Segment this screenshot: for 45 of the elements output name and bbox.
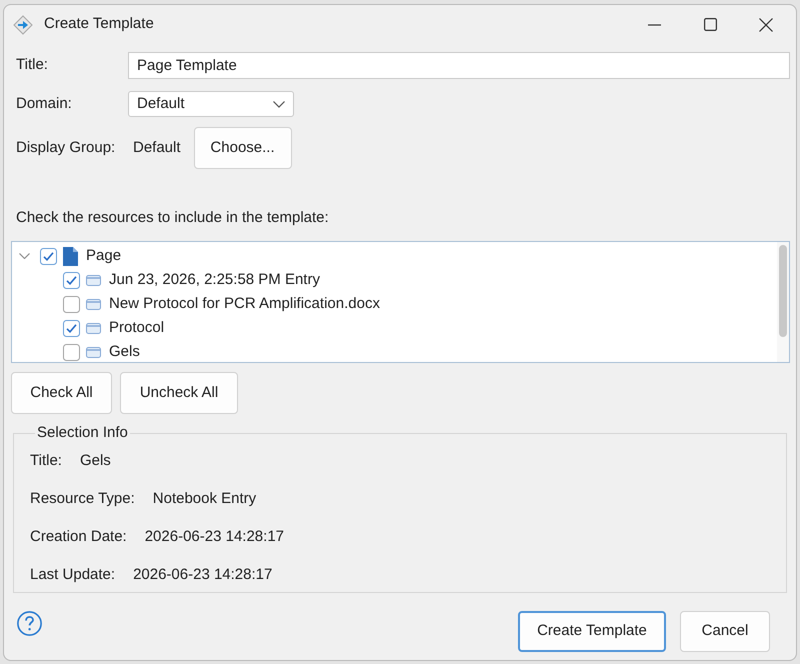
uncheck-all-button[interactable]: Uncheck All [120, 372, 238, 414]
field-label: Display Group: [15, 138, 116, 158]
minimize-icon[interactable] [648, 24, 660, 26]
tree-item-label[interactable]: Gels [109, 342, 140, 362]
info-value: 2026-06-23 14:28:17 [144, 527, 284, 547]
check-all-button[interactable]: Check All [11, 372, 112, 414]
checkbox[interactable] [63, 272, 80, 288]
info-label: Title: [30, 451, 62, 471]
display-group-value: Default [133, 138, 181, 158]
field-label: Domain: [15, 94, 73, 114]
create-template-button[interactable]: Create Template [518, 611, 666, 652]
info-label: Last Update: [30, 565, 116, 585]
document-icon [63, 246, 78, 266]
info-label: Resource Type: [30, 489, 135, 509]
entry-icon [86, 298, 101, 310]
tree-item-label[interactable]: Jun 23, 2026, 2:25:58 PM Entry [109, 270, 320, 290]
checkbox[interactable] [40, 248, 57, 264]
info-label: Creation Date: [30, 527, 127, 547]
cancel-button[interactable]: Cancel [680, 611, 770, 652]
info-value: 2026-06-23 14:28:17 [133, 565, 272, 585]
chevron-down-icon [273, 100, 285, 108]
entry-icon [86, 322, 101, 334]
entry-icon [86, 346, 101, 358]
title-field[interactable]: Page Template [128, 52, 790, 79]
expand-chevron-icon[interactable] [18, 253, 30, 259]
instruction-text: Check the resources to include in the template: [15, 208, 330, 228]
scrollbar-thumb[interactable] [779, 245, 787, 337]
tree-item-label[interactable]: Protocol [109, 318, 164, 338]
domain-dropdown[interactable]: Default [128, 91, 294, 117]
info-value: Gels [80, 451, 111, 471]
field-label: Title: [15, 55, 49, 76]
window-title: Create Template [44, 14, 154, 34]
maximize-icon[interactable] [704, 18, 716, 31]
checkbox[interactable] [63, 344, 80, 360]
help-icon[interactable] [17, 611, 42, 636]
choose-button[interactable]: Choose... [194, 127, 292, 169]
info-value: Notebook Entry [152, 489, 256, 509]
close-icon[interactable] [759, 18, 773, 32]
app-icon [13, 14, 33, 34]
tree-item-label[interactable]: Page [86, 246, 122, 266]
group-title: Selection Info [36, 423, 129, 443]
entry-icon [86, 274, 101, 286]
checkbox[interactable] [63, 296, 80, 312]
tree-item-label[interactable]: New Protocol for PCR Amplification.docx [109, 294, 380, 314]
checkbox[interactable] [63, 320, 80, 336]
